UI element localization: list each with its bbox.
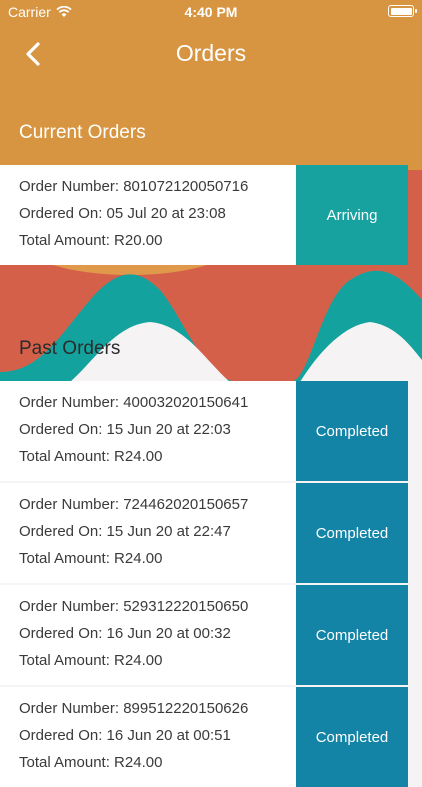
completed-status-button[interactable]: Completed — [296, 483, 408, 583]
order-amount: Total Amount: R24.00 — [19, 448, 163, 465]
past-order-card[interactable]: Order Number: 529312220150650 Ordered On… — [0, 585, 296, 685]
completed-status-button[interactable]: Completed — [296, 585, 408, 685]
completed-status-button[interactable]: Completed — [296, 381, 408, 481]
order-number: Order Number: 801072120050716 — [19, 178, 249, 195]
order-amount: Total Amount: R24.00 — [19, 550, 163, 567]
past-orders-heading: Past Orders — [19, 338, 121, 359]
status-bar: Carrier 4:40 PM — [0, 0, 422, 24]
completed-status-button[interactable]: Completed — [296, 687, 408, 787]
order-amount: Total Amount: R24.00 — [19, 754, 163, 771]
order-amount: Total Amount: R24.00 — [19, 652, 163, 669]
page-title: Orders — [175, 40, 247, 66]
order-number: Order Number: 400032020150641 — [19, 394, 249, 411]
past-order-card[interactable]: Order Number: 899512220150626 Ordered On… — [0, 687, 296, 787]
order-date: Ordered On: 16 Jun 20 at 00:32 — [19, 625, 231, 642]
order-number: Order Number: 899512220150626 — [19, 700, 249, 717]
order-number: Order Number: 529312220150650 — [19, 598, 249, 615]
current-order-card[interactable]: Order Number: 801072120050716 Ordered On… — [0, 165, 296, 265]
order-date: Ordered On: 16 Jun 20 at 00:51 — [19, 727, 231, 744]
past-order-card[interactable]: Order Number: 724462020150657 Ordered On… — [0, 483, 296, 583]
battery-icon — [388, 5, 417, 17]
order-date: Ordered On: 15 Jun 20 at 22:47 — [19, 523, 231, 540]
current-orders-heading: Current Orders — [19, 122, 146, 143]
order-amount: Total Amount: R20.00 — [19, 232, 163, 249]
past-order-card[interactable]: Order Number: 400032020150641 Ordered On… — [0, 381, 296, 481]
arriving-status-button[interactable]: Arriving — [296, 165, 408, 265]
order-date: Ordered On: 05 Jul 20 at 23:08 — [19, 205, 226, 222]
order-date: Ordered On: 15 Jun 20 at 22:03 — [19, 421, 231, 438]
clock: 4:40 PM — [184, 4, 238, 20]
order-number: Order Number: 724462020150657 — [19, 496, 249, 513]
